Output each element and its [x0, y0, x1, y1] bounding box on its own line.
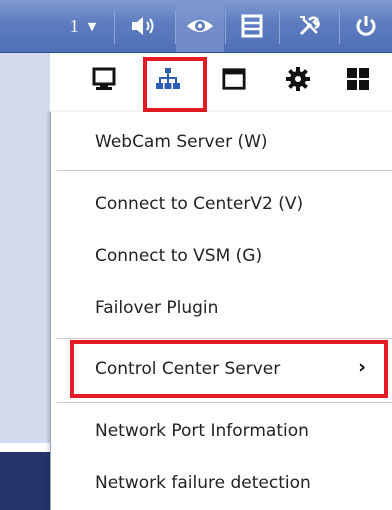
top-toolbar: 1 ▼: [0, 0, 392, 53]
power-icon: [356, 16, 376, 36]
menu-item-network-port-information[interactable]: Network Port Information: [95, 421, 309, 441]
background-panel: [0, 53, 50, 443]
film-strip-icon: [241, 14, 263, 38]
menu-item-webcam-server[interactable]: WebCam Server (W): [95, 132, 268, 152]
control-center-highlight: [70, 340, 388, 398]
power-button[interactable]: [340, 0, 392, 52]
menu-divider: [57, 402, 392, 403]
menu-divider: [57, 338, 392, 339]
menu-item-label: Failover Plugin: [95, 298, 219, 318]
tools-button[interactable]: [280, 0, 338, 52]
channel-number: 1: [69, 15, 79, 36]
channel-selector[interactable]: 1 ▼: [52, 0, 114, 52]
menu-item-label: Network failure detection: [95, 473, 311, 493]
speaker-icon: [132, 17, 154, 35]
menu-item-label: Connect to VSM (G): [95, 246, 263, 266]
menu-item-label: Connect to CenterV2 (V): [95, 194, 304, 214]
gear-icon[interactable]: [286, 67, 310, 91]
tools-icon: [299, 16, 320, 36]
speaker-button[interactable]: [115, 0, 173, 52]
background-panel-dark: [0, 452, 50, 510]
network-icon-highlight: [143, 57, 207, 112]
menu-item-failover-plugin[interactable]: Failover Plugin: [95, 298, 218, 318]
window-icon[interactable]: [222, 67, 246, 91]
network-dropdown-menu: WebCam Server (W) Connect to CenterV2 (V…: [50, 112, 392, 510]
chevron-down-icon: ▼: [87, 19, 97, 33]
menu-item-label: WebCam Server (W): [95, 132, 268, 152]
menu-divider: [57, 170, 392, 171]
menu-item-connect-centerv2[interactable]: Connect to CenterV2 (V): [95, 194, 303, 214]
eye-icon: [187, 20, 213, 32]
menu-item-label: Network Port Information: [95, 421, 309, 441]
eye-button[interactable]: [176, 0, 224, 52]
icon-toolbar: [76, 53, 392, 105]
menu-item-network-failure-detection[interactable]: Network failure detection: [95, 473, 311, 493]
monitor-icon[interactable]: [92, 67, 116, 91]
menu-item-connect-vsm[interactable]: Connect to VSM (G): [95, 246, 262, 266]
windows-grid-icon[interactable]: [346, 67, 370, 91]
film-strip-button[interactable]: [226, 0, 278, 52]
